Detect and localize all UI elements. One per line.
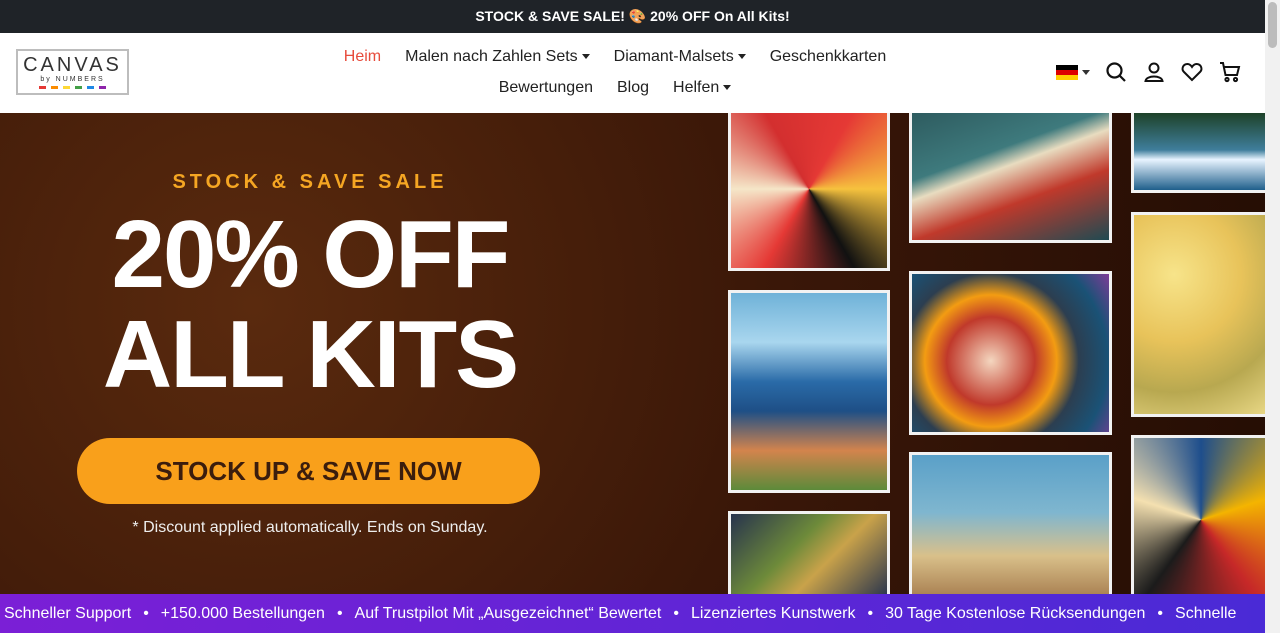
hero-eyebrow: STOCK & SAVE SALE — [172, 171, 448, 193]
nav-label: Heim — [343, 48, 382, 65]
nav-label: Blog — [617, 79, 650, 96]
artwork-yellow-landscape — [1131, 212, 1265, 417]
ticker-separator: • — [673, 604, 679, 622]
ticker-item: Schnelle — [1175, 604, 1237, 622]
site-header: CANVAS by NUMBERS Heim Malen nach Zahlen… — [0, 33, 1265, 113]
artwork-mediterranean-arch — [728, 290, 890, 493]
ticker-item: Lizenziertes Kunstwerk — [690, 604, 856, 622]
header-icons — [1056, 60, 1242, 84]
logo-main-text: CANVAS — [23, 54, 122, 76]
search-icon[interactable] — [1104, 60, 1128, 84]
announcement-text: STOCK & SAVE SALE! 🎨 20% OFF On All Kits… — [475, 8, 790, 24]
nav-item-geschenkkarten[interactable]: Geschenkkarten — [770, 48, 887, 66]
page-scrollbar[interactable] — [1265, 0, 1280, 633]
artwork-cubist-faces — [1131, 435, 1265, 594]
nav-item-diamant-malsets[interactable]: Diamant-Malsets — [614, 48, 746, 66]
caret-down-icon — [581, 54, 590, 60]
site-logo[interactable]: CANVAS by NUMBERS — [16, 49, 129, 95]
artwork-geometric-red — [728, 113, 890, 271]
main-nav: Heim Malen nach Zahlen Sets Diamant-Mals… — [320, 33, 910, 113]
artwork-floral-birds — [728, 511, 890, 594]
cart-icon[interactable] — [1218, 60, 1242, 84]
scrollbar-thumb[interactable] — [1268, 2, 1277, 48]
hero-discount-note: * Discount applied automatically. Ends o… — [132, 519, 488, 536]
nav-label: Geschenkkarten — [769, 48, 887, 65]
logo-sub-text: by NUMBERS — [40, 76, 105, 83]
ticker-separator: • — [1157, 604, 1164, 622]
nav-item-malen-nach-zahlen[interactable]: Malen nach Zahlen Sets — [405, 48, 590, 66]
ticker-separator: • — [336, 604, 343, 622]
ticker-item: Auf Trustpilot Mit „Ausgezeichnet“ Bewer… — [354, 604, 662, 622]
nav-label: Helfen — [673, 79, 720, 96]
nav-label: Diamant-Malsets — [613, 48, 734, 65]
nav-label: Malen nach Zahlen Sets — [405, 48, 578, 65]
artwork-waterfall — [1131, 113, 1265, 193]
ticker-item: 30 Tage Kostenlose Rücksendungen — [885, 604, 1146, 622]
caret-down-icon — [737, 54, 746, 60]
hero-banner[interactable]: STOCK & SAVE SALE 20% OFF ALL KITS STOCK… — [0, 113, 1265, 594]
nav-item-helfen[interactable]: Helfen — [673, 79, 732, 97]
ticker-item: Schneller Support — [4, 604, 132, 622]
hero-headline-line1: 20% OFF — [111, 201, 511, 308]
logo-color-dots — [39, 86, 106, 89]
account-icon[interactable] — [1142, 60, 1166, 84]
benefits-ticker: Schneller Support • +150.000 Bestellungen… — [0, 594, 1265, 633]
heart-icon[interactable] — [1180, 60, 1204, 84]
caret-down-icon — [1082, 69, 1090, 75]
nav-item-bewertungen[interactable]: Bewertungen — [499, 79, 593, 97]
nav-label: Bewertungen — [498, 79, 593, 96]
nav-item-heim[interactable]: Heim — [344, 48, 381, 66]
hero-headline-line2: ALL KITS — [102, 301, 519, 408]
artwork-skeleton-boat — [909, 113, 1112, 243]
artwork-sleeping-gypsy — [909, 452, 1112, 594]
ticker-separator: • — [143, 604, 149, 622]
nav-item-blog[interactable]: Blog — [617, 79, 649, 97]
announcement-bar: STOCK & SAVE SALE! 🎨 20% OFF On All Kits… — [0, 0, 1265, 33]
hero-text-area: STOCK & SAVE SALE 20% OFF ALL KITS STOCK… — [0, 113, 620, 594]
germany-flag-icon — [1056, 64, 1078, 80]
shop-now-button[interactable]: STOCK UP & SAVE NOW — [77, 438, 540, 504]
language-selector[interactable] — [1056, 64, 1090, 80]
ticker-separator: • — [867, 604, 874, 622]
caret-down-icon — [723, 85, 732, 91]
ticker-item: +150.000 Bestellungen — [160, 604, 325, 622]
artwork-sleeping-woman — [909, 271, 1112, 435]
